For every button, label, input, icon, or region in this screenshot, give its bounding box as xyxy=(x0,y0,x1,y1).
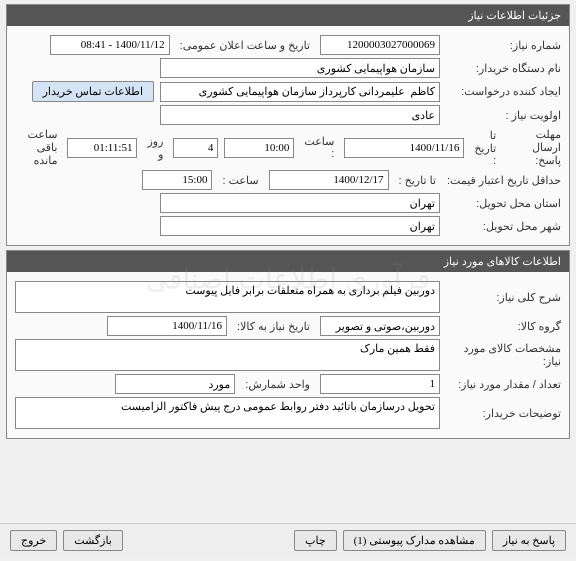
priority-field[interactable] xyxy=(160,105,440,125)
time-label-1: ساعت : xyxy=(300,135,338,160)
remain-time-field[interactable] xyxy=(67,138,137,158)
qty-field[interactable] xyxy=(320,374,440,394)
contact-buyer-button[interactable]: اطلاعات تماس خریدار xyxy=(32,81,154,102)
city-field[interactable] xyxy=(160,216,440,236)
footer-bar: پاسخ به نیاز مشاهده مدارک پیوستی (1) چاپ… xyxy=(0,523,576,557)
spec-label: مشخصات کالای مورد نیاز: xyxy=(446,342,561,368)
need-no-field[interactable] xyxy=(320,35,440,55)
province-field[interactable] xyxy=(160,193,440,213)
need-no-label: شماره نیاز: xyxy=(446,39,561,52)
need-date-label: تاریخ نیاز به کالا: xyxy=(233,320,314,333)
goods-info-panel: اطلاعات کالاهای مورد نیاز شرح کلی نیاز: … xyxy=(6,250,570,439)
remain-days-label: روز و xyxy=(143,135,167,161)
group-label: گروه کالا: xyxy=(446,320,561,333)
deadline-label: مهلت ارسال پاسخ: xyxy=(506,128,561,167)
deadline-date-field[interactable] xyxy=(344,138,464,158)
group-field[interactable] xyxy=(320,316,440,336)
attachments-button[interactable]: مشاهده مدارک پیوستی (1) xyxy=(343,530,486,551)
respond-button[interactable]: پاسخ به نیاز xyxy=(492,530,566,551)
back-button[interactable]: بازگشت xyxy=(63,530,123,551)
to-date-label-2: تا تاریخ : xyxy=(395,174,440,187)
valid-time-field[interactable] xyxy=(142,170,212,190)
announce-label: تاریخ و ساعت اعلان عمومی: xyxy=(176,39,314,52)
creator-field[interactable] xyxy=(160,82,440,102)
notes-label: توضیحات خریدار: xyxy=(446,407,561,420)
unit-field[interactable] xyxy=(115,374,235,394)
print-button[interactable]: چاپ xyxy=(294,530,337,551)
announce-field[interactable] xyxy=(50,35,170,55)
time-label-2: ساعت : xyxy=(218,174,262,187)
province-label: استان محل تحویل: xyxy=(446,197,561,210)
need-date-field[interactable] xyxy=(107,316,227,336)
valid-label: حداقل تاریخ اعتبار قیمت: xyxy=(446,174,561,187)
panel1-title: جزئیات اطلاعات نیاز xyxy=(7,5,569,26)
buyer-field[interactable] xyxy=(160,58,440,78)
unit-label: واحد شمارش: xyxy=(241,378,314,391)
city-label: شهر محل تحویل: xyxy=(446,220,561,233)
panel2-title: اطلاعات کالاهای مورد نیاز xyxy=(7,251,569,272)
exit-button[interactable]: خروج xyxy=(10,530,57,551)
valid-date-field[interactable] xyxy=(269,170,389,190)
qty-label: تعداد / مقدار مورد نیاز: xyxy=(446,378,561,391)
notes-field[interactable] xyxy=(15,397,440,429)
spec-field[interactable] xyxy=(15,339,440,371)
desc-label: شرح کلی نیاز: xyxy=(446,291,561,304)
creator-label: ایجاد کننده درخواست: xyxy=(446,85,561,98)
remain-days-field[interactable] xyxy=(173,138,218,158)
to-date-label-1: تا تاریخ : xyxy=(470,129,500,167)
priority-label: اولویت نیاز : xyxy=(446,109,561,122)
remain-time-label: ساعت باقی مانده xyxy=(15,128,61,167)
deadline-time-field[interactable] xyxy=(224,138,294,158)
need-info-panel: جزئیات اطلاعات نیاز شماره نیاز: تاریخ و … xyxy=(6,4,570,246)
desc-field[interactable] xyxy=(15,281,440,313)
buyer-label: نام دستگاه خریدار: xyxy=(446,62,561,75)
